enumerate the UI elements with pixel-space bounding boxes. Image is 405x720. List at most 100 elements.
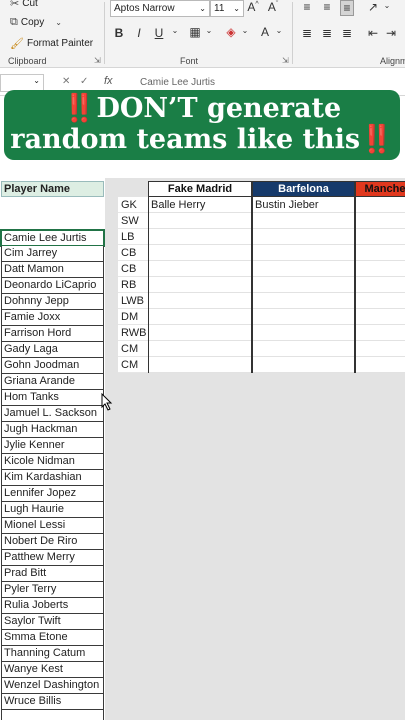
align-top-icon[interactable]: ≡ — [300, 0, 314, 14]
player-name-cell[interactable]: Prad Bitt — [1, 566, 104, 582]
font-size-select[interactable]: 11 ⌄ — [210, 0, 244, 17]
team-slot-cell[interactable] — [356, 213, 405, 229]
player-name-cell[interactable]: Smma Etone — [1, 630, 104, 646]
team-slot-cell[interactable] — [149, 229, 251, 245]
chevron-down-icon[interactable]: ⌄ — [272, 26, 286, 35]
enter-icon[interactable]: ✓ — [80, 76, 88, 87]
team-slot-cell[interactable] — [253, 357, 354, 373]
team-slot-cell[interactable] — [356, 229, 405, 245]
player-name-cell[interactable]: Wanye Kest — [1, 662, 104, 678]
align-middle-icon[interactable]: ≡ — [320, 0, 334, 14]
player-name-cell[interactable]: Nobert De Riro — [1, 534, 104, 550]
player-name-cell[interactable]: Famie Joxx — [1, 310, 104, 326]
italic-button[interactable]: I — [132, 26, 146, 40]
team-slot-cell[interactable] — [356, 261, 405, 277]
team-slot-cell[interactable]: Bustin Jieber — [253, 197, 354, 213]
chevron-down-icon[interactable]: ⌄ — [380, 1, 394, 10]
position-cell[interactable]: RWB — [118, 325, 148, 341]
team-slot-cell[interactable] — [149, 309, 251, 325]
chevron-down-icon[interactable]: ⌄ — [238, 26, 252, 35]
cut-button[interactable]: ✂ Cut — [10, 0, 38, 10]
player-name-cell[interactable]: Lugh Haurie — [1, 502, 104, 518]
player-name-cell[interactable]: Kicole Nidman — [1, 454, 104, 470]
player-name-cell[interactable]: Rulia Joberts — [1, 598, 104, 614]
borders-icon[interactable]: ▦ — [188, 25, 202, 39]
player-name-cell[interactable]: Mionel Lessi — [1, 518, 104, 534]
player-name-cell[interactable]: Cim Jarrey — [1, 246, 104, 262]
team-slot-cell[interactable] — [253, 261, 354, 277]
team-slot-cell[interactable] — [149, 357, 251, 373]
align-right-icon[interactable]: ≣ — [340, 26, 354, 40]
team-slot-cell[interactable] — [149, 341, 251, 357]
team-slot-cell[interactable] — [356, 357, 405, 373]
position-cell[interactable]: LWB — [118, 293, 148, 309]
team-slot-cell[interactable] — [149, 213, 251, 229]
orientation-icon[interactable]: ↗ — [366, 0, 380, 14]
position-cell[interactable]: GK — [118, 197, 148, 213]
player-name-cell[interactable]: Jylie Kenner — [1, 438, 104, 454]
align-bottom-icon[interactable]: ≡ — [340, 0, 354, 16]
align-center-icon[interactable]: ≣ — [320, 26, 334, 40]
insert-function-icon[interactable]: fx — [104, 75, 113, 87]
team-slot-cell[interactable] — [149, 261, 251, 277]
player-name-cell[interactable]: Camie Lee Jurtis — [0, 229, 105, 247]
decrease-font-size-icon[interactable]: Aˇ — [266, 0, 280, 14]
team-slot-cell[interactable] — [253, 245, 354, 261]
team-slot-cell[interactable] — [253, 309, 354, 325]
team-slot-cell[interactable] — [356, 325, 405, 341]
team-slot-cell[interactable] — [149, 245, 251, 261]
chevron-down-icon[interactable]: ⌄ — [168, 26, 182, 35]
player-name-cell[interactable]: Pyler Terry — [1, 582, 104, 598]
increase-font-size-icon[interactable]: A^ — [246, 0, 260, 14]
team-slot-cell[interactable] — [356, 245, 405, 261]
player-name-header[interactable]: Player Name — [1, 181, 104, 197]
team-slot-cell[interactable] — [356, 197, 405, 213]
underline-button[interactable]: U — [152, 26, 166, 40]
position-cell[interactable]: CB — [118, 245, 148, 261]
player-name-cell[interactable]: Hom Tanks — [1, 390, 104, 406]
player-name-cell[interactable]: Farrison Hord — [1, 326, 104, 342]
team-slot-cell[interactable] — [149, 293, 251, 309]
player-name-cell[interactable]: Thanning Catum — [1, 646, 104, 662]
player-name-cell[interactable]: Saylor Twift — [1, 614, 104, 630]
formula-input[interactable]: Camie Lee Jurtis — [140, 77, 215, 88]
font-launcher-icon[interactable]: ⇲ — [282, 56, 289, 65]
team-header[interactable]: Manche — [355, 181, 405, 197]
team-slot-cell[interactable]: Balle Herry — [149, 197, 251, 213]
chevron-down-icon[interactable]: ⌄ — [202, 26, 216, 35]
team-slot-cell[interactable] — [253, 325, 354, 341]
position-cell[interactable]: RB — [118, 277, 148, 293]
player-name-cell[interactable]: Kim Kardashian — [1, 470, 104, 486]
team-slot-cell[interactable] — [356, 277, 405, 293]
increase-indent-icon[interactable]: ⇥ — [384, 26, 398, 40]
player-name-cell[interactable]: Deonardo LiCaprio — [1, 278, 104, 294]
team-slot-cell[interactable] — [253, 293, 354, 309]
format-painter-button[interactable]: 🖌 Format Painter — [10, 37, 93, 50]
position-cell[interactable]: LB — [118, 229, 148, 245]
team-slot-cell[interactable] — [253, 277, 354, 293]
team-header[interactable]: Fake Madrid — [148, 181, 252, 197]
cancel-icon[interactable]: ✕ — [62, 76, 70, 87]
fill-color-icon[interactable]: ◈ — [224, 25, 238, 39]
font-name-select[interactable]: Aptos Narrow ⌄ — [110, 0, 210, 17]
team-slot-cell[interactable] — [253, 213, 354, 229]
player-name-cell[interactable]: Wruce Billis — [1, 694, 104, 710]
player-name-cell[interactable]: Datt Mamon — [1, 262, 104, 278]
player-name-cell[interactable]: Jugh Hackman — [1, 422, 104, 438]
position-cell[interactable]: CM — [118, 357, 148, 373]
player-name-cell[interactable]: Wenzel Dashington — [1, 678, 104, 694]
team-slot-cell[interactable] — [356, 309, 405, 325]
player-name-cell[interactable]: Jamuel L. Sackson — [1, 406, 104, 422]
player-name-cell[interactable] — [1, 710, 104, 720]
font-color-icon[interactable]: A — [258, 25, 272, 39]
team-slot-cell[interactable] — [253, 341, 354, 357]
decrease-indent-icon[interactable]: ⇤ — [366, 26, 380, 40]
team-slot-cell[interactable] — [149, 277, 251, 293]
player-name-cell[interactable]: Lennifer Jopez — [1, 486, 104, 502]
clipboard-launcher-icon[interactable]: ⇲ — [94, 56, 101, 65]
position-cell[interactable]: SW — [118, 213, 148, 229]
align-left-icon[interactable]: ≣ — [300, 26, 314, 40]
team-slot-cell[interactable] — [356, 293, 405, 309]
team-slot-cell[interactable] — [356, 341, 405, 357]
player-name-cell[interactable]: Gady Laga — [1, 342, 104, 358]
